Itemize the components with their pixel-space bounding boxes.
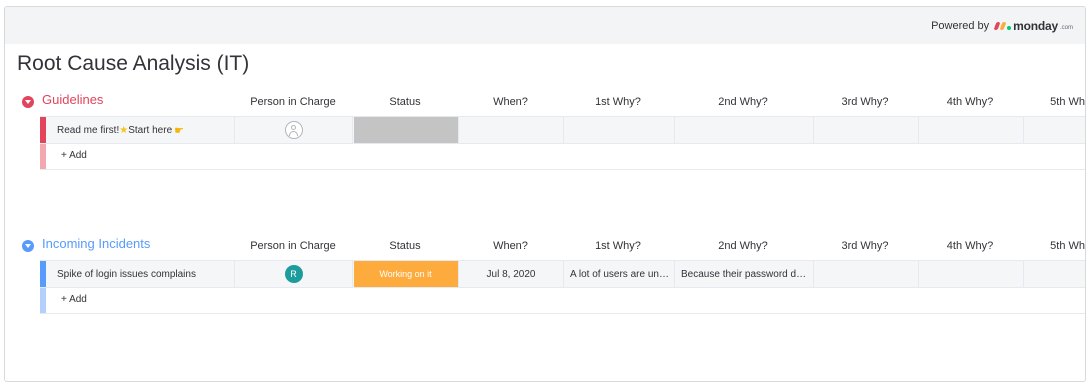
- powered-by-label: Powered by: [931, 20, 990, 32]
- why3-cell[interactable]: [813, 261, 918, 287]
- board-frame: Powered by monday .com Root Cause Analys…: [4, 6, 1086, 382]
- status-label[interactable]: Working on it: [353, 261, 458, 287]
- column-header-person[interactable]: Person in Charge: [245, 240, 341, 252]
- item-name[interactable]: Spike of login issues complains: [46, 261, 234, 287]
- column-header-why1[interactable]: 1st Why?: [563, 240, 673, 252]
- why4-cell[interactable]: [918, 261, 1023, 287]
- row-color-bar: [40, 144, 46, 169]
- group-header: Incoming Incidents Person in Charge Stat…: [5, 236, 1085, 258]
- why1-cell[interactable]: [563, 117, 674, 143]
- row-color-bar: [40, 288, 46, 313]
- why3-cell[interactable]: [813, 117, 918, 143]
- status-label[interactable]: [353, 117, 458, 143]
- add-item-row[interactable]: + Add: [40, 144, 1085, 170]
- monday-brand-suffix: .com: [1059, 25, 1073, 31]
- board-title: Root Cause Analysis (IT): [17, 52, 250, 75]
- column-header-when[interactable]: When?: [458, 240, 563, 252]
- group-header: Guidelines Person in Charge Status When?…: [5, 92, 1085, 114]
- column-header-status[interactable]: Status: [353, 96, 457, 108]
- group-title[interactable]: Guidelines: [42, 92, 103, 107]
- table-row[interactable]: Read me first! ★ Start here ☛: [40, 116, 1085, 144]
- status-cell[interactable]: [352, 117, 458, 143]
- why1-cell[interactable]: A lot of users are un…: [563, 261, 674, 287]
- column-header-why4[interactable]: 4th Why?: [918, 240, 1022, 252]
- person-cell[interactable]: R: [234, 261, 352, 287]
- column-header-why3[interactable]: 3rd Why?: [813, 240, 917, 252]
- column-header-why3[interactable]: 3rd Why?: [813, 96, 917, 108]
- column-header-why5[interactable]: 5th Wh: [1023, 240, 1085, 252]
- why2-cell[interactable]: [674, 117, 813, 143]
- column-header-why1[interactable]: 1st Why?: [563, 96, 673, 108]
- add-item-row[interactable]: + Add: [40, 288, 1085, 314]
- why5-cell[interactable]: [1023, 261, 1085, 287]
- person-cell[interactable]: [234, 117, 352, 143]
- top-bar: Powered by monday .com: [5, 7, 1085, 44]
- item-name[interactable]: Read me first! ★ Start here ☛: [46, 117, 234, 143]
- column-header-why2[interactable]: 2nd Why?: [674, 96, 812, 108]
- why5-cell[interactable]: [1023, 117, 1085, 143]
- column-header-why5[interactable]: 5th Wh: [1023, 96, 1085, 108]
- column-header-person[interactable]: Person in Charge: [245, 96, 341, 108]
- column-header-when[interactable]: When?: [458, 96, 563, 108]
- star-icon: ★: [119, 124, 129, 136]
- why4-cell[interactable]: [918, 117, 1023, 143]
- pointing-hand-icon: ☛: [174, 124, 185, 137]
- when-cell[interactable]: Jul 8, 2020: [458, 261, 563, 287]
- group-title[interactable]: Incoming Incidents: [42, 236, 150, 251]
- add-item-button[interactable]: + Add: [61, 150, 87, 161]
- table-row[interactable]: Spike of login issues complains R Workin…: [40, 260, 1085, 288]
- column-header-status[interactable]: Status: [353, 240, 457, 252]
- collapse-toggle-icon[interactable]: [22, 96, 34, 108]
- empty-person-icon[interactable]: [284, 121, 303, 139]
- powered-by[interactable]: Powered by monday .com: [931, 19, 1073, 33]
- column-header-why2[interactable]: 2nd Why?: [674, 240, 812, 252]
- monday-logo: monday .com: [993, 19, 1073, 33]
- avatar[interactable]: R: [284, 265, 303, 283]
- column-header-why4[interactable]: 4th Why?: [918, 96, 1022, 108]
- monday-brand: monday: [1013, 19, 1058, 33]
- status-cell[interactable]: Working on it: [352, 261, 458, 287]
- why2-cell[interactable]: Because their password d…: [674, 261, 813, 287]
- add-item-button[interactable]: + Add: [61, 294, 87, 305]
- collapse-toggle-icon[interactable]: [22, 240, 34, 252]
- when-cell[interactable]: [458, 117, 563, 143]
- monday-logo-icon: [993, 22, 1012, 30]
